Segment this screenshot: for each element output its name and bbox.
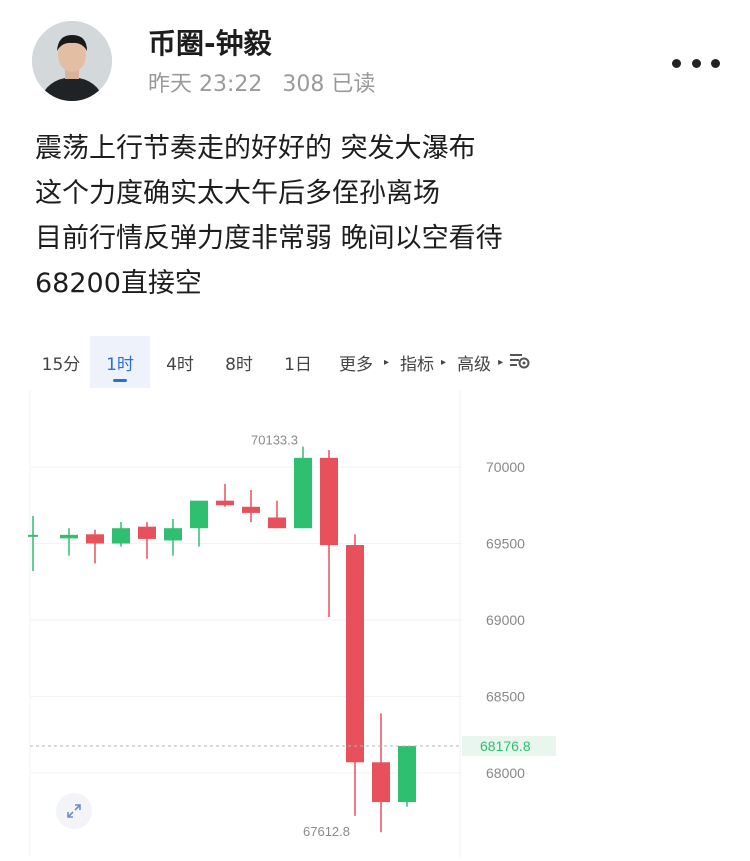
post-line: 目前行情反弹力度非常弱 晚间以空看待	[35, 223, 503, 254]
more-dots-icon[interactable]	[672, 56, 720, 70]
y-tick-label: 69000	[486, 612, 525, 628]
chart-settings-icon[interactable]	[509, 351, 531, 374]
dropdown-caret-icon: ▸	[441, 356, 447, 368]
candle-body[interactable]	[268, 517, 286, 529]
candle-body[interactable]	[372, 762, 390, 803]
post-line: 这个力度确实太大午后多侄孙离场	[35, 178, 440, 209]
avatar[interactable]	[32, 21, 112, 101]
candle-body[interactable]	[138, 526, 156, 539]
tab-advanced[interactable]: 高级	[450, 336, 498, 388]
dropdown-caret-icon: ▸	[384, 356, 390, 368]
dropdown-caret-icon: ▸	[498, 356, 504, 368]
author-name[interactable]: 币圈-钟毅	[148, 22, 272, 62]
candle-body[interactable]	[398, 745, 416, 803]
low-price-label: 67612.8	[303, 824, 350, 839]
tab-more[interactable]: 更多	[328, 336, 384, 388]
candle-body[interactable]	[112, 528, 130, 544]
tab-4h[interactable]: 4时	[150, 336, 210, 388]
candle-body[interactable]	[216, 500, 234, 506]
high-price-label: 70133.3	[251, 433, 298, 448]
candle-body[interactable]	[294, 457, 312, 529]
expand-icon[interactable]	[56, 793, 92, 829]
tab-8h[interactable]: 8时	[210, 336, 268, 388]
tab-1h[interactable]: 1时	[90, 336, 150, 388]
post-line: 震荡上行节奏走的好好的 突发大瀑布	[35, 133, 476, 164]
candle-body[interactable]	[60, 534, 78, 539]
candle-body[interactable]	[346, 545, 364, 763]
post-time: 昨天 23:22	[148, 72, 263, 97]
tab-15m[interactable]: 15分	[32, 336, 90, 388]
tab-indicators[interactable]: 指标	[393, 336, 441, 388]
timeframe-tabs: 15分 1时 4时 8时 1日 更多 ▸ 指标 ▸ 高级 ▸	[32, 336, 572, 388]
post-line: 68200直接空	[35, 268, 202, 299]
post-meta: 昨天 23:22 308 已读	[148, 66, 375, 98]
current-price-label: 68176.8	[480, 738, 531, 754]
candle-body[interactable]	[320, 457, 338, 546]
post-body: 震荡上行节奏走的好好的 突发大瀑布 这个力度确实太大午后多侄孙离场 目前行情反弹…	[35, 126, 503, 306]
y-tick-label: 69500	[486, 536, 525, 552]
candle-body[interactable]	[86, 534, 104, 544]
candle-body[interactable]	[242, 506, 260, 513]
y-tick-label: 68500	[486, 689, 525, 705]
candle-body[interactable]	[28, 534, 38, 537]
y-tick-label: 70000	[486, 459, 525, 475]
y-tick-label: 68000	[486, 765, 525, 781]
candle-body[interactable]	[164, 528, 182, 541]
tab-1d[interactable]: 1日	[268, 336, 328, 388]
read-count: 308 已读	[282, 72, 376, 97]
candle-body[interactable]	[190, 500, 208, 529]
candlestick-chart[interactable]: 70000 69500 69000 68500 68000 70133.3 67612.8 6…	[0, 388, 750, 857]
